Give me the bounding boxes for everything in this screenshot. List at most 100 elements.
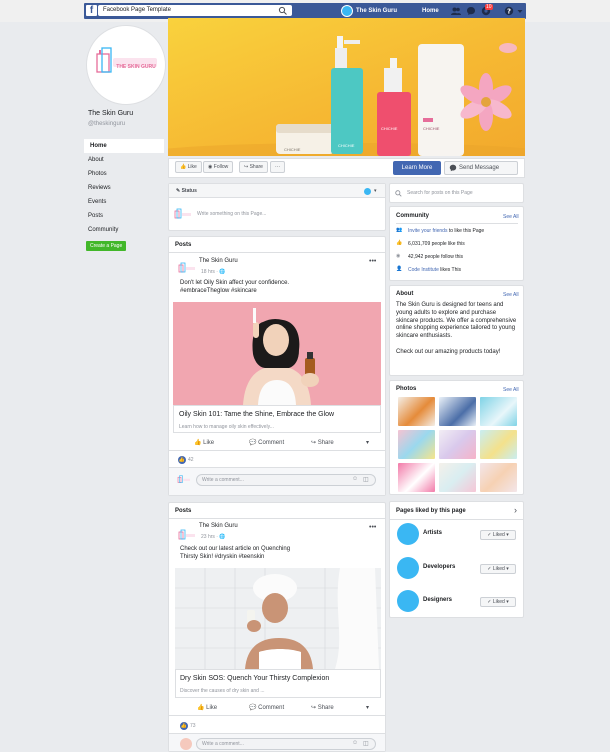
liked-button[interactable]: ✓ Liked ▾ [480, 597, 516, 607]
like-page-button[interactable]: 👍 Like [175, 161, 202, 173]
about-see-all[interactable]: See All [503, 292, 519, 298]
code-institute-link[interactable]: Code Institute [408, 267, 439, 273]
post-author[interactable]: The Skin Guru [199, 258, 238, 264]
reaction-like-icon[interactable]: 👍 [178, 456, 186, 464]
teal-bottle-label: CHICHIE [338, 143, 355, 148]
liked-page-name[interactable]: Designers [423, 597, 452, 603]
post-time[interactable]: 23 hrs · 🌐 [201, 534, 226, 540]
photo-thumb[interactable] [398, 430, 435, 459]
caret-down-icon[interactable]: ▾ [366, 704, 369, 711]
link-title[interactable]: Oily Skin 101: Tame the Shine, Embrace t… [179, 411, 334, 418]
topbar-page-name[interactable]: The Skin Guru [356, 5, 397, 17]
search-text: Facebook Page Template [103, 7, 171, 13]
friend-icon: 👤 [396, 266, 403, 272]
link-title[interactable]: Dry Skin SOS: Quench Your Thirsty Comple… [180, 675, 329, 682]
post-like-label: Like [206, 705, 218, 711]
photos-see-all[interactable]: See All [503, 387, 519, 393]
caret-down-icon[interactable] [517, 6, 523, 16]
page-handle[interactable]: @theskinguru [88, 121, 125, 127]
nav-item-photos[interactable]: Photos [84, 167, 164, 181]
reaction-count[interactable]: 42 [188, 457, 194, 463]
caret-down-icon[interactable]: ▾ [366, 439, 369, 446]
photo-thumb[interactable] [439, 430, 476, 459]
follow-icon: ◉ [396, 253, 401, 259]
status-tab[interactable]: ✎ Status [176, 188, 197, 194]
post-author-avatar[interactable] [178, 529, 196, 541]
photo-thumb[interactable] [480, 463, 517, 492]
reaction-count[interactable]: 73 [190, 723, 196, 729]
learn-more-button[interactable]: Learn More [393, 161, 441, 175]
post-share-label: Share [317, 440, 334, 446]
help-icon[interactable]: ? [504, 6, 514, 16]
notifications-badge: 10 [485, 4, 493, 10]
nav-item-posts[interactable]: Posts [84, 209, 164, 223]
liked-page-avatar[interactable] [397, 557, 419, 579]
post-time-text: 23 hrs [201, 534, 215, 540]
caret-down-icon[interactable]: ▾ [374, 188, 377, 194]
nav-item-events[interactable]: Events [84, 195, 164, 209]
nav-item-community[interactable]: Community [84, 223, 164, 237]
liked-page-avatar[interactable] [397, 590, 419, 612]
photo-thumb[interactable] [480, 430, 517, 459]
community-row-friend: Code Institute likes This [408, 267, 461, 273]
cover-photo[interactable]: CHICHIE CHICHIE CHICHIE CHICHIE [168, 18, 525, 156]
post-menu-icon[interactable]: ••• [369, 258, 376, 265]
follow-button[interactable]: ◉ Follow [203, 161, 234, 173]
post-author[interactable]: The Skin Guru [199, 523, 238, 529]
post-menu-icon[interactable]: ••• [369, 524, 376, 531]
more-options-button[interactable]: ··· [270, 161, 285, 173]
posts-section-title: Posts [175, 242, 192, 248]
nav-item-reviews[interactable]: Reviews [84, 181, 164, 195]
liked-button[interactable]: ✓ Liked ▾ [480, 564, 516, 574]
post-comment-button[interactable]: 💬 Comment [249, 439, 284, 446]
post-author-avatar[interactable] [178, 262, 196, 274]
profile-picture[interactable]: THE SKIN GURU [87, 26, 165, 104]
reaction-like-icon[interactable]: 👍 [180, 722, 188, 730]
share-page-button[interactable]: ↪ Share [239, 161, 268, 173]
liked-page-name[interactable]: Developers [423, 564, 455, 570]
community-row-follows: 42,942 people follow this [408, 254, 464, 260]
photo-thumb[interactable] [398, 463, 435, 492]
page-search-input[interactable]: Search for posts on this Page [407, 190, 473, 196]
page-avatar[interactable] [341, 5, 353, 17]
search-icon[interactable] [278, 6, 288, 15]
post-like-button[interactable]: 👍 Like [194, 439, 214, 446]
post-like-button[interactable]: 👍 Like [197, 704, 217, 711]
chevron-right-icon[interactable]: › [514, 505, 517, 515]
liked-page-avatar[interactable] [397, 523, 419, 545]
comment-input[interactable]: Write a comment... [196, 474, 376, 486]
post-divider [169, 450, 385, 451]
composer-avatar[interactable] [364, 188, 371, 195]
nav-item-home[interactable]: Home [84, 139, 164, 153]
photo-thumb[interactable] [439, 397, 476, 426]
post-comment-button[interactable]: 💬 Comment [249, 704, 284, 711]
post-image[interactable] [175, 568, 381, 669]
page-search[interactable]: Search for posts on this Page [389, 183, 524, 203]
status-input[interactable]: Write something on this Page... [197, 211, 266, 217]
emoji-icon[interactable]: ☺ [352, 740, 358, 746]
invite-friends-link[interactable]: Invite your friends [408, 228, 447, 234]
send-message-button[interactable]: Send Message [444, 161, 518, 175]
topbar-home-link[interactable]: Home [422, 5, 439, 17]
nav-item-about[interactable]: About [84, 153, 164, 167]
post-time[interactable]: 18 hrs · 🌐 [201, 269, 226, 275]
comment-input[interactable]: Write a comment... [196, 738, 376, 750]
create-page-button[interactable]: Create a Page [86, 241, 127, 251]
search-input[interactable]: Facebook Page Template [98, 5, 292, 16]
liked-button[interactable]: ✓ Liked ▾ [480, 530, 516, 540]
photo-thumb[interactable] [480, 397, 517, 426]
camera-icon[interactable]: ◫ [363, 476, 369, 483]
messenger-icon[interactable] [466, 6, 476, 16]
page-name[interactable]: The Skin Guru [88, 110, 133, 117]
photo-thumb[interactable] [398, 397, 435, 426]
facebook-logo-icon[interactable]: f [86, 5, 97, 16]
liked-page-name[interactable]: Artists [423, 530, 442, 536]
emoji-icon[interactable]: ☺ [352, 476, 358, 482]
post-image[interactable] [173, 302, 381, 405]
community-see-all[interactable]: See All [503, 214, 519, 220]
post-share-button[interactable]: ↪ Share [311, 704, 334, 711]
friends-icon[interactable] [451, 6, 461, 16]
photo-thumb[interactable] [439, 463, 476, 492]
post-share-button[interactable]: ↪ Share [311, 439, 334, 446]
camera-icon[interactable]: ◫ [363, 740, 369, 747]
